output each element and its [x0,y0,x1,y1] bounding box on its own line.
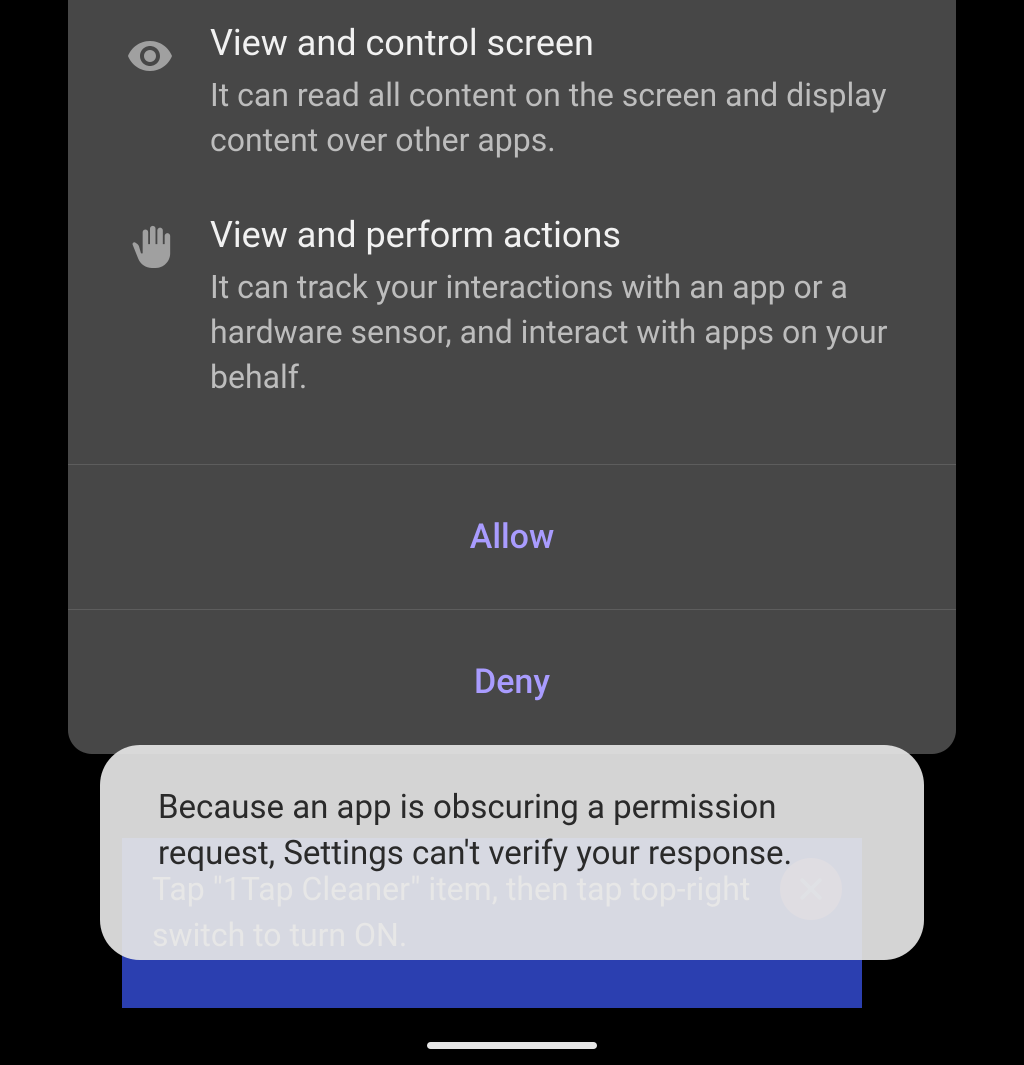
permission-description: It can track your interactions with an a… [210,265,906,399]
permission-list: View and control screen It can read all … [68,0,956,464]
toast-text: Because an app is obscuring a permission… [158,788,792,873]
allow-button-label: Allow [470,517,554,557]
deny-button-label: Deny [474,662,550,702]
gesture-nav-bar[interactable] [0,1025,1024,1065]
permission-title: View and perform actions [210,212,906,259]
nav-pill [427,1042,597,1049]
deny-button[interactable]: Deny [68,609,956,754]
hand-icon [120,212,180,268]
permission-title: View and control screen [210,20,906,67]
eye-icon [120,20,180,80]
permission-text: View and perform actions It can track yo… [180,212,916,399]
allow-button[interactable]: Allow [68,464,956,609]
permission-item-perform-actions: View and perform actions It can track yo… [68,192,956,429]
permission-text: View and control screen It can read all … [180,20,916,162]
system-toast: Because an app is obscuring a permission… [100,745,924,960]
permission-item-view-screen: View and control screen It can read all … [68,0,956,192]
permission-description: It can read all content on the screen an… [210,73,906,163]
permission-dialog: View and control screen It can read all … [68,0,956,754]
